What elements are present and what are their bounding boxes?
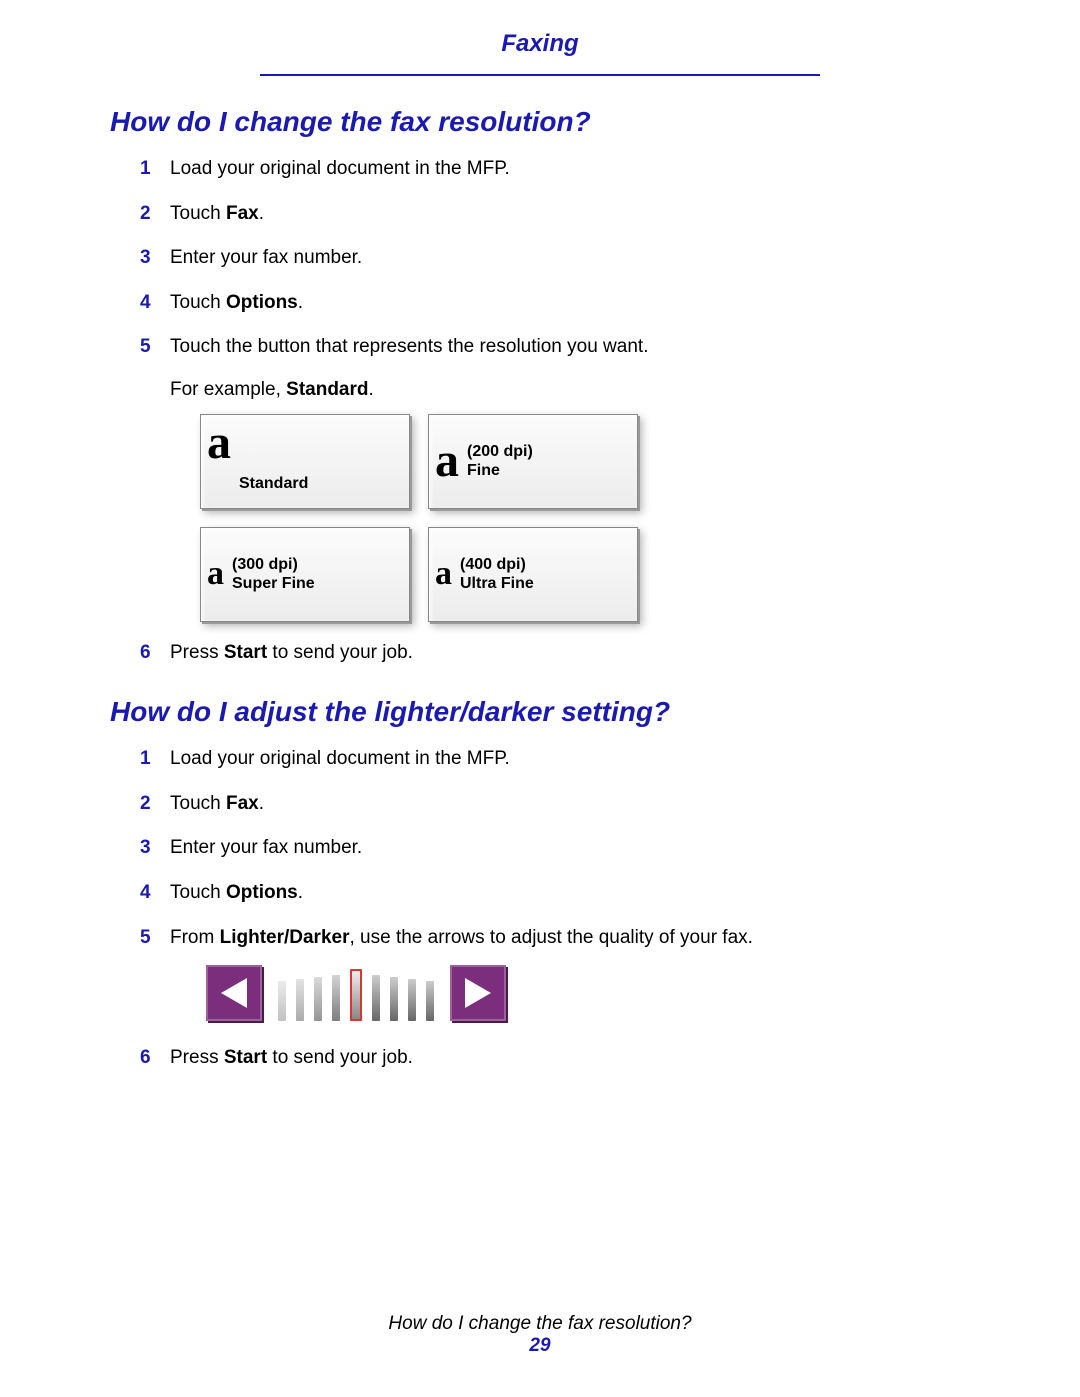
section1-steps: 1 Load your original document in the MFP…: [140, 156, 970, 666]
letter-a-icon: a: [435, 557, 452, 591]
slider-bar-current: [350, 969, 362, 1021]
lighter-darker-slider: [200, 959, 970, 1027]
step-number: 3: [140, 835, 151, 862]
step-text: Enter your fax number.: [170, 247, 362, 268]
step: 6 Press Start to send your job.: [140, 640, 970, 667]
step-number: 1: [140, 746, 151, 773]
step-sub: For example, Standard.: [170, 377, 970, 404]
step-number: 6: [140, 640, 151, 667]
step-text: Load your original document in the MFP.: [170, 748, 510, 769]
slider-bar: [332, 975, 340, 1021]
slider-bar: [408, 979, 416, 1021]
header-rule: [260, 74, 820, 76]
step: 2 Touch Fax.: [140, 201, 970, 228]
step-text: Touch Options.: [170, 882, 303, 903]
letter-a-icon: a: [435, 437, 459, 485]
step: 6 Press Start to send your job.: [140, 1045, 970, 1072]
slider-bar: [426, 981, 434, 1021]
slider-bar: [314, 977, 322, 1021]
step-number: 5: [140, 334, 151, 361]
arrow-right-button[interactable]: [450, 965, 506, 1021]
triangle-right-icon: [465, 978, 491, 1008]
resolution-button-grid: a Standard a (200 dpi)Fine a (300 dpi)Su…: [170, 414, 970, 622]
step-text: Press Start to send your job.: [170, 642, 413, 663]
step-number: 4: [140, 290, 151, 317]
step: 3 Enter your fax number.: [140, 835, 970, 862]
resolution-button-fine[interactable]: a (200 dpi)Fine: [428, 414, 638, 509]
button-label: (400 dpi)Ultra Fine: [460, 555, 534, 593]
page-footer: How do I change the fax resolution? 29: [0, 1313, 1080, 1357]
section1-heading: How do I change the fax resolution?: [110, 106, 970, 138]
button-label: (200 dpi)Fine: [467, 442, 533, 480]
slider-bar: [296, 979, 304, 1021]
step: 5 Touch the button that represents the r…: [140, 334, 970, 621]
step: 3 Enter your fax number.: [140, 245, 970, 272]
step-number: 2: [140, 791, 151, 818]
header-title: Faxing: [501, 30, 578, 64]
resolution-button-super-fine[interactable]: a (300 dpi)Super Fine: [200, 527, 410, 622]
step-number: 1: [140, 156, 151, 183]
section2-heading: How do I adjust the lighter/darker setti…: [110, 696, 970, 728]
step-text: Enter your fax number.: [170, 837, 362, 858]
step-number: 5: [140, 925, 151, 952]
step: 2 Touch Fax.: [140, 791, 970, 818]
footer-page-number: 29: [0, 1335, 1080, 1357]
triangle-left-icon: [221, 978, 247, 1008]
step-text: Touch Fax.: [170, 793, 264, 814]
slider-bar: [390, 977, 398, 1021]
step-number: 6: [140, 1045, 151, 1072]
section2-steps: 1 Load your original document in the MFP…: [140, 746, 970, 1072]
step: 1 Load your original document in the MFP…: [140, 746, 970, 773]
step-number: 4: [140, 880, 151, 907]
step-text: Touch Fax.: [170, 203, 264, 224]
step-number: 2: [140, 201, 151, 228]
step: 4 Touch Options.: [140, 290, 970, 317]
button-label: Standard: [239, 474, 308, 493]
letter-a-icon: a: [207, 557, 224, 591]
button-label: (300 dpi)Super Fine: [232, 555, 315, 593]
step-number: 3: [140, 245, 151, 272]
page-header: Faxing: [110, 30, 970, 64]
step: 5 From Lighter/Darker, use the arrows to…: [140, 925, 970, 1028]
footer-title: How do I change the fax resolution?: [0, 1313, 1080, 1335]
step-text: Press Start to send your job.: [170, 1047, 413, 1068]
slider-track[interactable]: [268, 965, 444, 1021]
slider-bar: [372, 975, 380, 1021]
step-text: From Lighter/Darker, use the arrows to a…: [170, 927, 753, 948]
step-text: Touch Options.: [170, 292, 303, 313]
step-text: Touch the button that represents the res…: [170, 336, 648, 357]
step: 1 Load your original document in the MFP…: [140, 156, 970, 183]
arrow-left-button[interactable]: [206, 965, 262, 1021]
resolution-button-standard[interactable]: a Standard: [200, 414, 410, 509]
slider-bar: [278, 981, 286, 1021]
resolution-button-ultra-fine[interactable]: a (400 dpi)Ultra Fine: [428, 527, 638, 622]
step: 4 Touch Options.: [140, 880, 970, 907]
step-text: Load your original document in the MFP.: [170, 158, 510, 179]
letter-a-icon: a: [207, 419, 231, 467]
